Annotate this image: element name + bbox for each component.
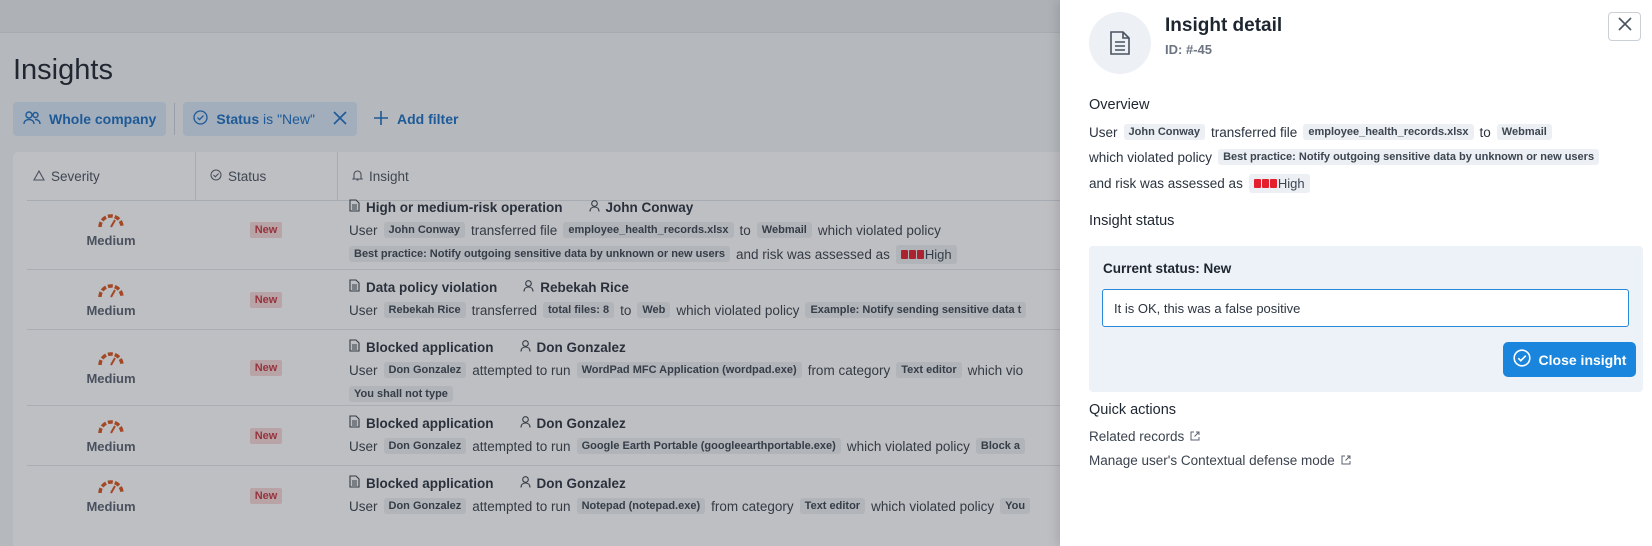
- status-comment-input[interactable]: [1102, 289, 1629, 327]
- close-icon: [1617, 16, 1633, 37]
- current-status-label: Current status: New: [1103, 261, 1232, 276]
- overview-line: which violated policy Best practice: Not…: [1089, 149, 1600, 165]
- check-circle-icon: [1512, 349, 1531, 370]
- user-tag: John Conway: [1123, 124, 1206, 140]
- risk-tag: High: [1248, 174, 1310, 193]
- drawer-title: Insight detail: [1165, 15, 1283, 36]
- insight-status-heading: Insight status: [1089, 213, 1175, 229]
- overview-line: and risk was assessed as High: [1089, 174, 1310, 193]
- insight-id: ID: #-45: [1165, 42, 1212, 57]
- related-records-link[interactable]: Related records: [1089, 429, 1200, 444]
- link-label: Manage user's Contextual defense mode: [1089, 453, 1335, 468]
- text: to: [1479, 124, 1491, 140]
- status-panel: Current status: New Close insight: [1089, 246, 1643, 392]
- document-icon: [1089, 12, 1151, 74]
- overview-heading: Overview: [1089, 97, 1150, 113]
- overview-line: User John Conway transferred file employ…: [1089, 124, 1552, 140]
- destination-tag: Webmail: [1496, 124, 1552, 140]
- file-tag: employee_health_records.xlsx: [1303, 124, 1474, 140]
- close-insight-label: Close insight: [1538, 351, 1627, 368]
- link-label: Related records: [1089, 429, 1185, 444]
- close-drawer-button[interactable]: [1608, 12, 1641, 41]
- modal-backdrop[interactable]: [0, 0, 1060, 546]
- external-link-icon: [1341, 453, 1351, 468]
- close-insight-button[interactable]: Close insight: [1503, 342, 1636, 377]
- policy-tag: Best practice: Notify outgoing sensitive…: [1218, 149, 1600, 165]
- text: and risk was assessed as: [1089, 176, 1243, 191]
- quick-actions-heading: Quick actions: [1089, 402, 1177, 418]
- text: transferred file: [1211, 124, 1298, 140]
- text: which violated policy: [1089, 149, 1213, 165]
- insight-detail-drawer: Insight detail ID: #-45 Overview User Jo…: [1060, 0, 1652, 546]
- text: User: [1089, 124, 1118, 140]
- risk-level: High: [1277, 176, 1305, 191]
- external-link-icon: [1190, 429, 1200, 444]
- contextual-defense-link[interactable]: Manage user's Contextual defense mode: [1089, 453, 1351, 468]
